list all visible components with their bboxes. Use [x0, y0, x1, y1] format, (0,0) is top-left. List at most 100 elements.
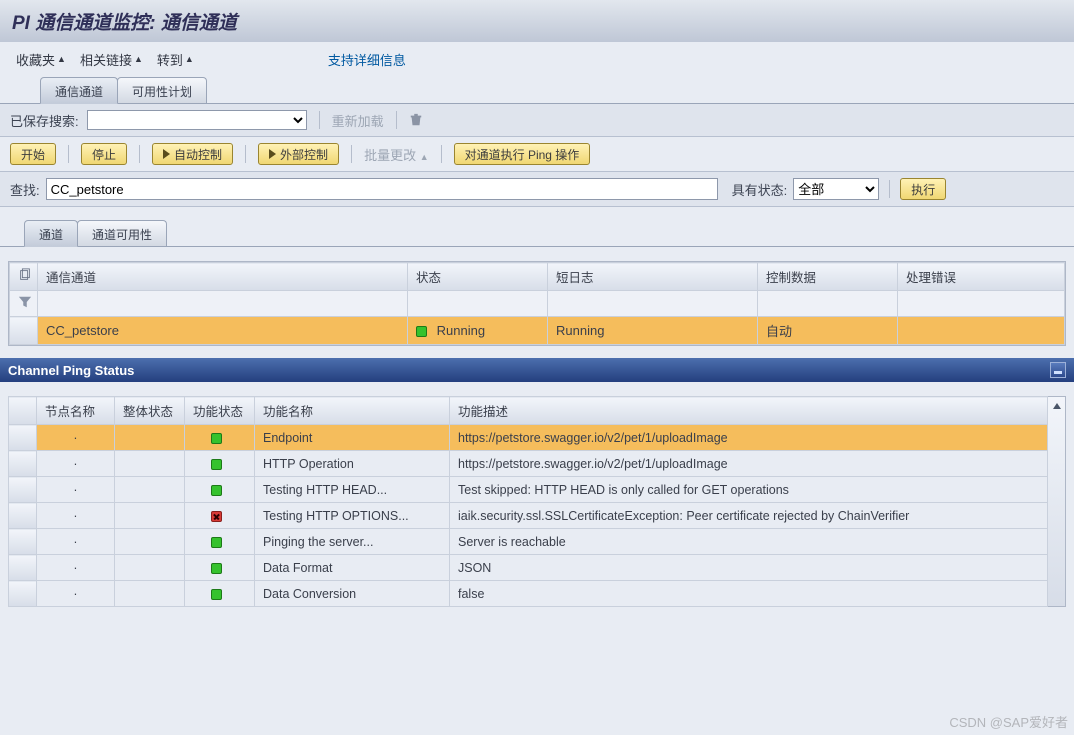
cell-func-name: Testing HTTP HEAD... [255, 477, 450, 503]
cell-func-desc: iaik.security.ssl.SSLCertificateExceptio… [450, 503, 1048, 529]
cell-node: · [37, 503, 115, 529]
col-control[interactable]: 控制数据 [758, 263, 898, 291]
cell-func-status [185, 529, 255, 555]
scrollbar[interactable] [1048, 396, 1066, 607]
saved-search-bar: 已保存搜索: 重新加载 [0, 104, 1074, 137]
cell-overall [115, 529, 185, 555]
with-status-select[interactable]: 全部 [793, 178, 879, 200]
table-row[interactable]: ·Data Conversionfalse [9, 581, 1048, 607]
execute-button[interactable]: 执行 [900, 178, 946, 200]
batch-modify-label: 批量更改 [364, 148, 416, 163]
status-ok-icon [211, 433, 222, 444]
filter-icon[interactable] [10, 291, 38, 317]
saved-search-select[interactable] [87, 110, 307, 130]
status-error-icon [211, 511, 222, 522]
table-filter-row [10, 291, 1065, 317]
tab-availability-plan[interactable]: 可用性计划 [117, 77, 207, 103]
separator [245, 145, 246, 163]
table-row[interactable]: ·Pinging the server...Server is reachabl… [9, 529, 1048, 555]
row-selector[interactable] [9, 555, 37, 581]
filter-cell[interactable] [38, 291, 408, 317]
filter-cell[interactable] [548, 291, 758, 317]
col-func-desc[interactable]: 功能描述 [450, 397, 1048, 425]
play-icon [269, 149, 276, 159]
filter-cell[interactable] [758, 291, 898, 317]
nav-support[interactable]: 支持详细信息 [328, 50, 406, 69]
status-ok-icon [416, 326, 427, 337]
cell-func-name: Data Conversion [255, 581, 450, 607]
ext-control-label: 外部控制 [280, 146, 328, 163]
cell-control: 自动 [758, 317, 898, 345]
row-selector[interactable] [10, 317, 38, 345]
tab-channel[interactable]: 通道 [24, 220, 78, 247]
cell-func-status [185, 477, 255, 503]
cell-errors [898, 317, 1065, 345]
col-node[interactable]: 节点名称 [37, 397, 115, 425]
row-selector[interactable] [9, 425, 37, 451]
ping-table: 节点名称 整体状态 功能状态 功能名称 功能描述 ·Endpointhttps:… [8, 396, 1048, 607]
cell-node: · [37, 451, 115, 477]
filter-cell[interactable] [408, 291, 548, 317]
auto-control-button[interactable]: 自动控制 [152, 143, 233, 165]
table-row[interactable]: ·Testing HTTP HEAD...Test skipped: HTTP … [9, 477, 1048, 503]
cell-log: Running [548, 317, 758, 345]
separator [889, 180, 890, 198]
nav-favorites-label: 收藏夹 [16, 50, 55, 69]
ping-button[interactable]: 对通道执行 Ping 操作 [454, 143, 591, 165]
cell-status-text: Running [437, 323, 485, 338]
tab-channels[interactable]: 通信通道 [40, 77, 118, 104]
col-status[interactable]: 状态 [408, 263, 548, 291]
cell-func-status [185, 425, 255, 451]
auto-control-label: 自动控制 [174, 146, 222, 163]
col-channel[interactable]: 通信通道 [38, 263, 408, 291]
cell-func-status [185, 581, 255, 607]
cell-func-name: Testing HTTP OPTIONS... [255, 503, 450, 529]
play-icon [163, 149, 170, 159]
row-selector[interactable] [9, 581, 37, 607]
table-row[interactable]: CC_petstore Running Running 自动 [10, 317, 1065, 345]
cell-node: · [37, 581, 115, 607]
filter-cell[interactable] [898, 291, 1065, 317]
table-row[interactable]: ·Data FormatJSON [9, 555, 1048, 581]
col-overall[interactable]: 整体状态 [115, 397, 185, 425]
table-row[interactable]: · Testing HTTP OPTIONS...iaik.security.ss… [9, 503, 1048, 529]
start-button[interactable]: 开始 [10, 143, 56, 165]
nav-goto[interactable]: 转到 ▲ [157, 50, 194, 69]
col-func-status[interactable]: 功能状态 [185, 397, 255, 425]
find-label: 查找: [10, 180, 40, 199]
nav-favorites[interactable]: 收藏夹 ▲ [16, 50, 66, 69]
col-func-name[interactable]: 功能名称 [255, 397, 450, 425]
reload-button[interactable]: 重新加载 [332, 111, 384, 130]
channel-table: 通信通道 状态 短日志 控制数据 处理错误 CC_petstore [8, 261, 1066, 346]
chevron-down-icon: ▲ [134, 54, 143, 64]
table-header-row: 节点名称 整体状态 功能状态 功能名称 功能描述 [9, 397, 1048, 425]
find-bar: 查找: 具有状态: 全部 执行 [0, 172, 1074, 207]
table-row[interactable]: ·HTTP Operationhttps://petstore.swagger.… [9, 451, 1048, 477]
row-selector[interactable] [9, 529, 37, 555]
nav-related-label: 相关链接 [80, 50, 132, 69]
scroll-up-icon[interactable] [1048, 397, 1065, 415]
stop-button[interactable]: 停止 [81, 143, 127, 165]
copy-icon[interactable] [10, 263, 38, 291]
col-log[interactable]: 短日志 [548, 263, 758, 291]
chevron-down-icon: ▲ [57, 54, 66, 64]
page-title: PI 通信通道监控: 通信通道 [0, 0, 1074, 42]
batch-modify-button[interactable]: 批量更改 ▲ [364, 145, 429, 164]
tab-channel-availability[interactable]: 通道可用性 [77, 220, 167, 246]
ext-control-button[interactable]: 外部控制 [258, 143, 339, 165]
row-selector[interactable] [9, 503, 37, 529]
minimize-icon[interactable] [1050, 362, 1066, 378]
trash-icon[interactable] [409, 113, 423, 127]
table-row[interactable]: ·Endpointhttps://petstore.swagger.io/v2/… [9, 425, 1048, 451]
status-ok-icon [211, 563, 222, 574]
nav-related[interactable]: 相关链接 ▲ [80, 50, 143, 69]
cell-func-desc: https://petstore.swagger.io/v2/pet/1/upl… [450, 451, 1048, 477]
separator [396, 111, 397, 129]
find-input[interactable] [46, 178, 718, 200]
col-errors[interactable]: 处理错误 [898, 263, 1065, 291]
row-selector[interactable] [9, 477, 37, 503]
cell-channel: CC_petstore [38, 317, 408, 345]
separator [319, 111, 320, 129]
row-selector[interactable] [9, 451, 37, 477]
cell-node: · [37, 425, 115, 451]
